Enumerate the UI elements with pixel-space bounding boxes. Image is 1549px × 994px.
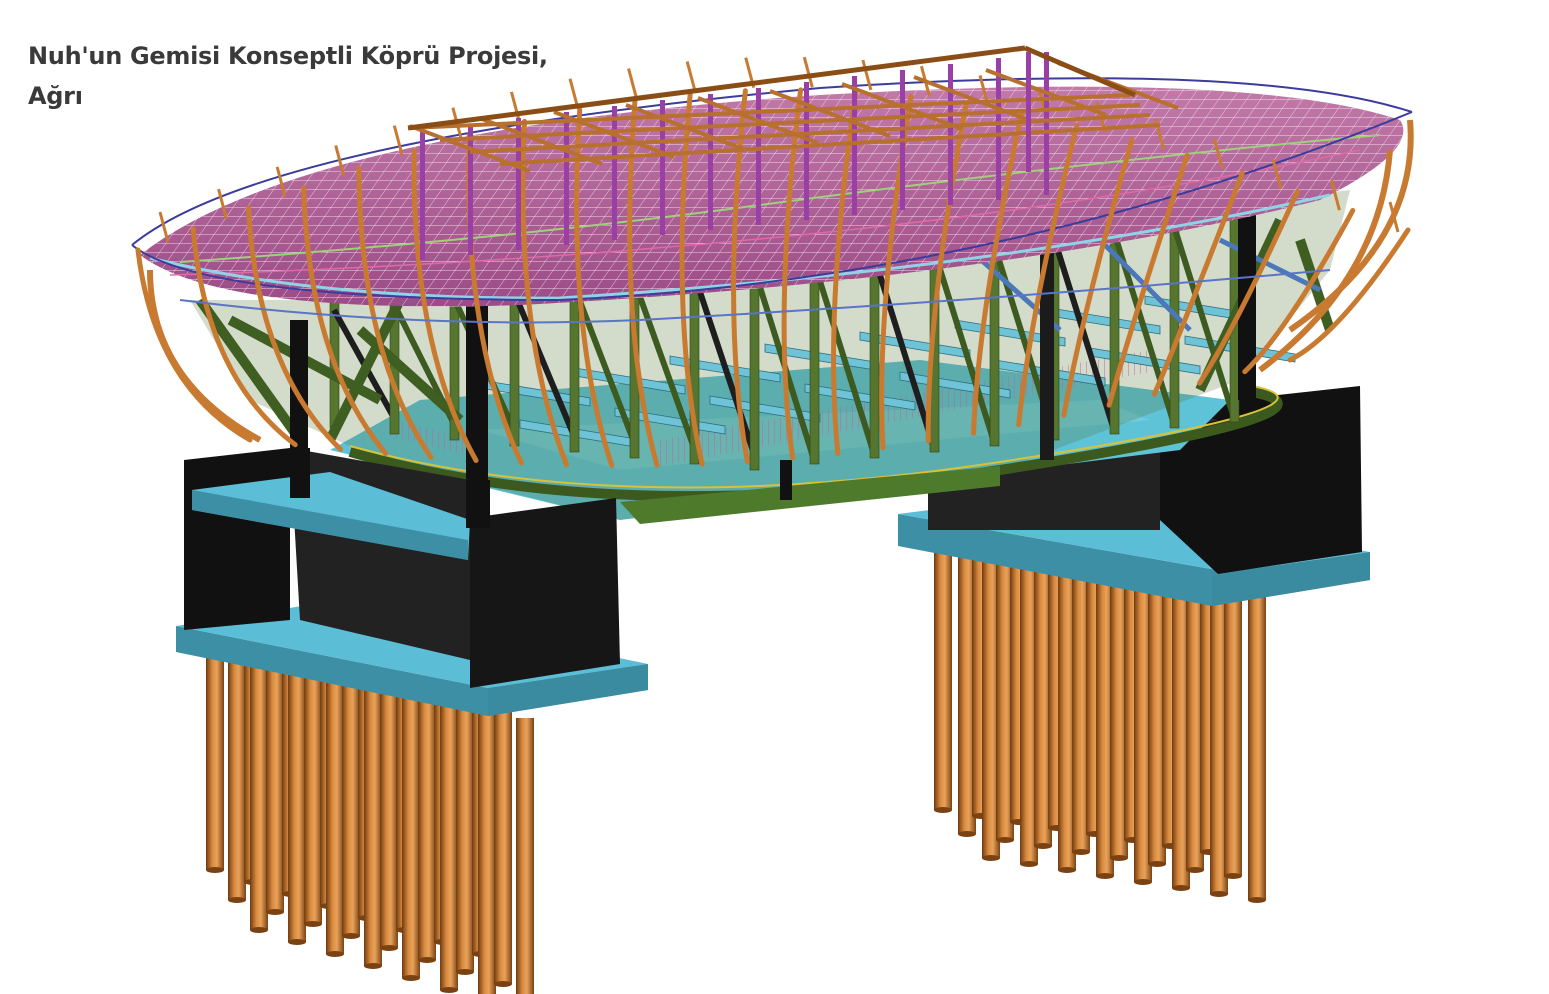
truss-post: [1169, 215, 1180, 429]
rim-post: [158, 211, 170, 243]
pile-tip: [418, 957, 436, 963]
pile: [326, 678, 344, 954]
pile-tip: [1134, 879, 1152, 885]
pile-tip: [266, 909, 284, 915]
pile-tip: [440, 987, 458, 993]
pile-tip: [1224, 873, 1242, 879]
pile-tip: [1148, 861, 1166, 867]
pile: [440, 702, 458, 990]
pile-tip: [364, 963, 382, 969]
pile: [250, 662, 268, 930]
pile: [516, 718, 534, 994]
pile-tip: [456, 969, 474, 975]
pile-tip: [934, 807, 952, 813]
pile-tip: [288, 939, 306, 945]
pile-tip: [380, 945, 398, 951]
pile: [478, 710, 496, 994]
pile: [342, 680, 360, 936]
rim-post: [627, 68, 639, 99]
pile: [228, 656, 246, 900]
truss-post: [869, 245, 880, 459]
pile-tip: [958, 831, 976, 837]
roof-column: [756, 88, 761, 225]
roof-column: [948, 64, 953, 205]
pile-tip: [494, 981, 512, 987]
pile: [402, 694, 420, 978]
pile: [456, 704, 474, 972]
pile-tip: [1248, 897, 1266, 903]
pile: [934, 540, 952, 810]
pile-tip: [982, 855, 1000, 861]
pile-tip: [402, 975, 420, 981]
roof-column: [1026, 52, 1031, 172]
truss-post: [809, 251, 820, 465]
pile-tip: [1110, 855, 1128, 861]
pile: [1224, 586, 1242, 876]
truss-post: [749, 257, 760, 471]
pile-tip: [1096, 873, 1114, 879]
pile: [364, 686, 382, 966]
pile-tip: [206, 867, 224, 873]
roof-column: [420, 130, 425, 260]
pile-tip: [250, 927, 268, 933]
pile-tip: [996, 837, 1014, 843]
pile-tip: [1072, 849, 1090, 855]
pile-tip: [1058, 867, 1076, 873]
pile-tip: [326, 951, 344, 957]
pile-tip: [1034, 843, 1052, 849]
pile: [494, 712, 512, 984]
pile-tip: [1172, 885, 1190, 891]
pile: [418, 696, 436, 960]
pile: [266, 664, 284, 912]
rim-post: [509, 91, 521, 123]
roof-column: [468, 124, 473, 255]
pile-tip: [228, 897, 246, 903]
pile: [288, 670, 306, 942]
rim-post: [685, 61, 697, 92]
pile-tip: [304, 921, 322, 927]
pile: [206, 650, 224, 870]
pile-tip: [342, 933, 360, 939]
roof-column: [1044, 52, 1049, 195]
bridge-3d-model: [131, 45, 1414, 994]
pile: [380, 688, 398, 948]
pile-tip: [1020, 861, 1038, 867]
pile-tip: [1186, 867, 1204, 873]
roof-column: [996, 58, 1001, 200]
roof-column: [612, 106, 617, 240]
pile-tip: [1210, 891, 1228, 897]
pile: [1248, 590, 1266, 900]
pile: [304, 672, 322, 924]
roof-column: [852, 76, 857, 215]
